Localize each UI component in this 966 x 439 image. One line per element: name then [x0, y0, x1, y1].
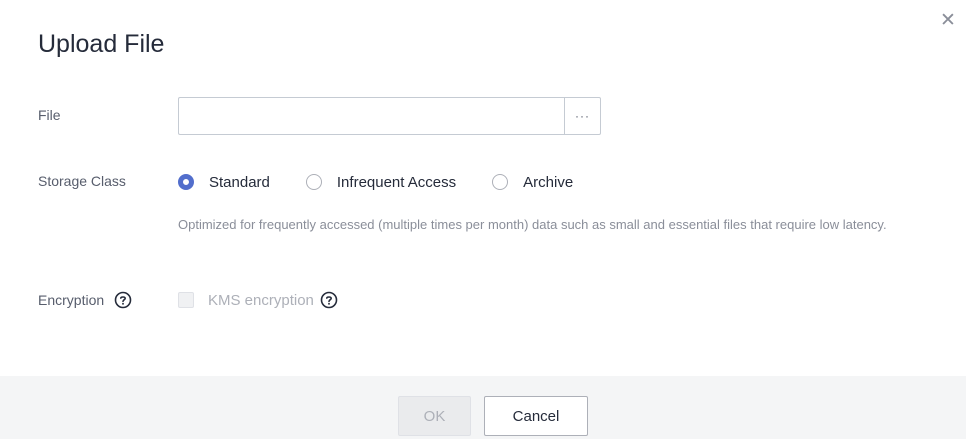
- radio-unchecked-icon: [492, 174, 509, 190]
- ok-button[interactable]: OK: [398, 396, 471, 436]
- storage-class-label: Storage Class: [38, 173, 126, 189]
- radio-infrequent-access[interactable]: Infrequent Access: [305, 173, 457, 191]
- radio-label: Infrequent Access: [336, 173, 457, 191]
- radio-unchecked-icon: [305, 174, 322, 190]
- encryption-label: Encryption: [38, 292, 105, 308]
- kms-encryption-checkbox[interactable]: KMS encryption: [178, 291, 338, 309]
- radio-label: Archive: [523, 173, 574, 191]
- file-label: File: [38, 107, 61, 123]
- encryption-label-group: Encryption: [38, 291, 132, 309]
- storage-class-radio-group: Standard Infrequent Access Archive: [178, 172, 609, 192]
- storage-class-description: Optimized for frequently accessed (multi…: [178, 217, 887, 232]
- dialog-footer: [0, 376, 966, 439]
- close-button[interactable]: ✕: [938, 9, 958, 31]
- radio-label: Standard: [209, 173, 270, 191]
- help-icon[interactable]: [114, 291, 132, 309]
- checkbox-unchecked-icon: [178, 292, 194, 308]
- cancel-button[interactable]: Cancel: [484, 396, 588, 436]
- radio-standard[interactable]: Standard: [178, 174, 270, 191]
- ellipsis-icon: ···: [575, 109, 590, 123]
- kms-encryption-label: KMS encryption: [208, 291, 314, 309]
- file-path-input[interactable]: [178, 97, 564, 135]
- dialog-title: Upload File: [38, 30, 165, 58]
- close-icon: ✕: [940, 9, 956, 31]
- radio-checked-icon: [178, 174, 194, 190]
- radio-archive[interactable]: Archive: [492, 174, 573, 191]
- upload-file-dialog: ✕ Upload File File ··· Storage Class Sta…: [0, 0, 966, 439]
- browse-file-button[interactable]: ···: [564, 97, 601, 135]
- help-icon[interactable]: [320, 291, 338, 309]
